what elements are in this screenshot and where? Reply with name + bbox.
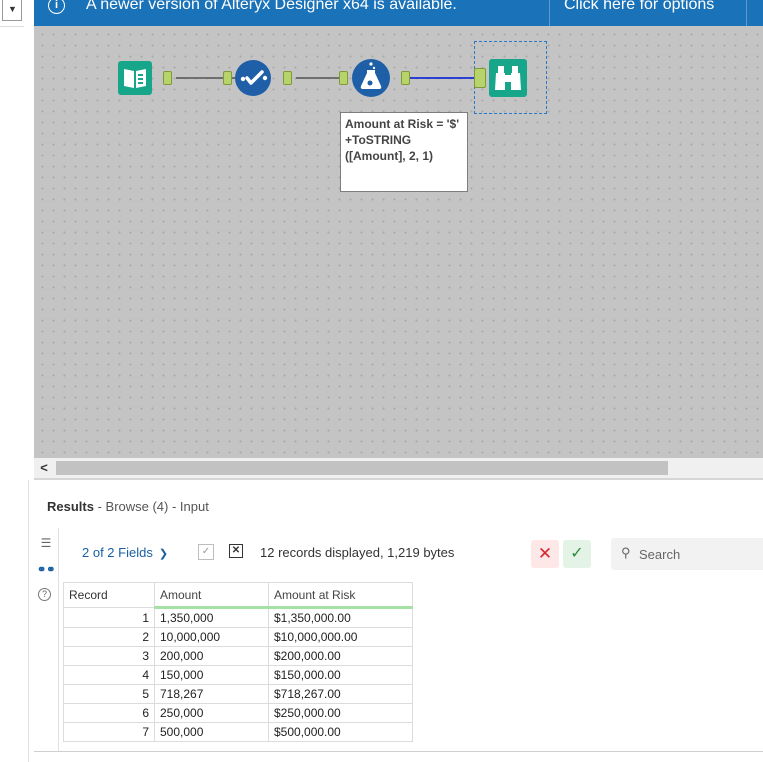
book-icon	[118, 61, 152, 95]
select-tool[interactable]	[234, 59, 272, 97]
amount-cell: 10,000,000	[154, 627, 269, 647]
results-title: Results - Browse (4) - Input	[47, 499, 209, 514]
table-row[interactable]: 3 200,000 $200,000.00	[63, 646, 413, 666]
info-icon: i	[48, 0, 65, 14]
amount-at-risk-cell: $200,000.00	[268, 646, 413, 666]
left-panel-dropdown[interactable]: ▼	[2, 0, 22, 21]
amount-at-risk-cell: $250,000.00	[268, 703, 413, 723]
formula-tool[interactable]	[351, 58, 391, 98]
deselect-all-icon[interactable]: ✕	[229, 544, 243, 558]
canvas-horizontal-scrollbar[interactable]: <	[34, 458, 763, 478]
amount-cell: 718,267	[154, 684, 269, 704]
update-banner: i A newer version of Alteryx Designer x6…	[34, 0, 763, 26]
binoculars-view-icon[interactable]: ⚭⚭	[37, 562, 55, 578]
table-row[interactable]: 4 150,000 $150,000.00	[63, 665, 413, 685]
table-row[interactable]: 1 1,350,000 $1,350,000.00	[63, 607, 413, 628]
table-row[interactable]: 2 10,000,000 $10,000,000.00	[63, 627, 413, 647]
search-box[interactable]: ⚲	[611, 538, 763, 570]
table-row[interactable]: 5 718,267 $718,267.00	[63, 684, 413, 704]
browse-tool[interactable]	[488, 58, 528, 98]
chevron-down-icon: ❯	[158, 548, 169, 560]
select-check-icon	[235, 60, 271, 96]
browse-input-anchor[interactable]	[474, 68, 486, 88]
dropdown-arrow-icon: ▼	[8, 4, 17, 14]
record-cell: 4	[63, 665, 155, 685]
scrollbar-thumb[interactable]	[56, 461, 668, 475]
column-header-amount-at-risk[interactable]: Amount at Risk	[268, 582, 413, 609]
amount-at-risk-cell: $150,000.00	[268, 665, 413, 685]
fields-dropdown-label: 2 of 2 Fields	[82, 545, 153, 560]
table-row[interactable]: 6 250,000 $250,000.00	[63, 703, 413, 723]
search-icon: ⚲	[621, 545, 631, 560]
select-input-anchor[interactable]	[223, 71, 232, 85]
select-all-icon[interactable]: ✓	[198, 544, 214, 560]
results-table: Record Amount Amount at Risk 1 1,350,000 $…	[63, 582, 413, 742]
banner-divider	[549, 0, 550, 26]
results-side-divider	[58, 528, 59, 762]
formula-output-anchor[interactable]	[401, 71, 410, 85]
record-cell: 6	[63, 703, 155, 723]
scroll-left-arrow-icon[interactable]: <	[34, 458, 54, 478]
column-header-record[interactable]: Record	[63, 582, 155, 608]
input-data-tool[interactable]	[117, 60, 153, 96]
record-cell: 5	[63, 684, 155, 704]
amount-at-risk-cell: $718,267.00	[268, 684, 413, 704]
formula-input-anchor[interactable]	[339, 71, 348, 85]
banner-divider	[746, 0, 747, 26]
search-input[interactable]	[639, 544, 759, 564]
amount-cell: 500,000	[154, 722, 269, 742]
amount-cell: 150,000	[154, 665, 269, 685]
record-cell: 1	[63, 607, 155, 628]
fields-dropdown[interactable]: 2 of 2 Fields ❯	[82, 545, 168, 560]
flask-icon	[352, 59, 390, 97]
formula-annotation[interactable]: Amount at Risk = '$' +ToSTRING ([Amount]…	[340, 112, 468, 192]
input-data-output-anchor[interactable]	[163, 71, 172, 85]
results-header: Results - Browse (4) - Input	[34, 480, 763, 528]
results-bottom-edge	[34, 752, 763, 762]
amount-at-risk-cell: $500,000.00	[268, 722, 413, 742]
table-header-row: Record Amount Amount at Risk	[63, 582, 413, 609]
column-header-amount[interactable]: Amount	[154, 582, 269, 609]
left-panel-divider	[0, 26, 24, 27]
update-options-link[interactable]: Click here for options	[564, 0, 714, 14]
record-cell: 3	[63, 646, 155, 666]
results-title-context: - Browse (4) - Input	[93, 499, 209, 514]
record-cell: 2	[63, 627, 155, 647]
workflow-canvas[interactable]: Amount at Risk = '$' +ToSTRING ([Amount]…	[34, 26, 763, 458]
results-title-bold: Results	[47, 499, 94, 514]
binoculars-icon	[489, 59, 527, 97]
update-message: A newer version of Alteryx Designer x64 …	[86, 0, 457, 13]
left-panel-edge	[28, 480, 29, 762]
cancel-button[interactable]: ✕	[531, 540, 559, 568]
record-cell: 7	[63, 722, 155, 742]
select-output-anchor[interactable]	[283, 71, 292, 85]
left-panel-strip: ▼	[0, 0, 34, 762]
help-icon[interactable]: ?	[38, 588, 51, 601]
amount-cell: 1,350,000	[154, 607, 269, 628]
amount-at-risk-cell: $1,350,000.00	[268, 607, 413, 628]
list-view-icon[interactable]: ☰	[38, 535, 54, 551]
apply-button[interactable]: ✓	[563, 540, 591, 568]
amount-at-risk-cell: $10,000,000.00	[268, 627, 413, 647]
table-row[interactable]: 7 500,000 $500,000.00	[63, 722, 413, 742]
amount-cell: 200,000	[154, 646, 269, 666]
connection-formula-browse[interactable]	[410, 77, 478, 79]
amount-cell: 250,000	[154, 703, 269, 723]
records-count: 12 records displayed, 1,219 bytes	[260, 545, 455, 560]
